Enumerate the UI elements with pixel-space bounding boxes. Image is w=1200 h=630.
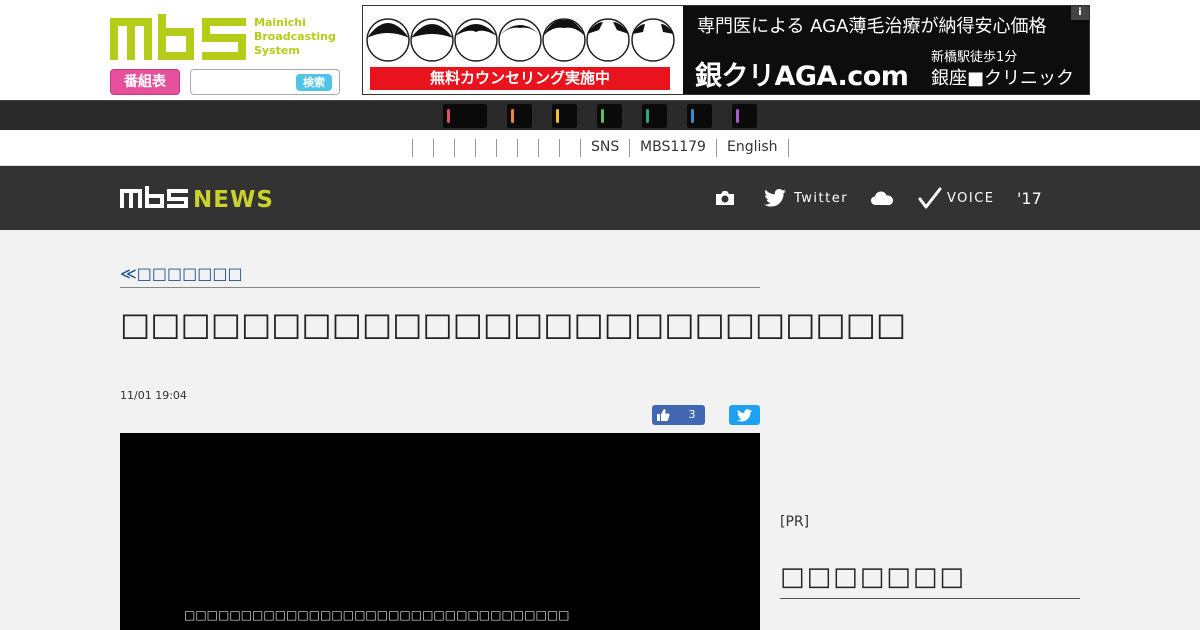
search-button[interactable]: 検索 (296, 74, 332, 91)
tweet-button[interactable] (729, 405, 760, 425)
news-logo-mbs (120, 186, 188, 208)
channel-strip (0, 100, 1200, 130)
nav-divider (517, 139, 518, 157)
pr-label: [PR] (780, 514, 810, 530)
twitter-nav-item[interactable]: Twitter (764, 166, 848, 230)
channel-tab-5[interactable] (642, 104, 667, 128)
channel-tab-4[interactable] (597, 104, 622, 128)
camera-icon (716, 191, 734, 205)
photo-nav-item[interactable] (714, 166, 736, 230)
site-header: Mainichi Broadcasting System 番組表 検索 無料カウ… (0, 0, 1200, 100)
ad-cta-label: 無料カウンセリング実施中 (370, 67, 670, 90)
nav-divider (454, 139, 455, 157)
ad-station: 新橋駅徒歩1分 (931, 50, 1018, 65)
channel-color-indicator (691, 109, 694, 123)
search-input[interactable] (195, 73, 291, 91)
ad-clinic: 銀座■クリニック (931, 68, 1075, 89)
mbs-news-logo[interactable]: NEWS (120, 186, 282, 214)
news-logo-word: NEWS (193, 187, 274, 210)
article-headline: □□□□□□□□□□□□□□□□□□□□□□□□□□ (120, 305, 907, 343)
nav-divider (559, 139, 560, 157)
twitter-icon (737, 409, 752, 422)
program-guide-button[interactable]: 番組表 (110, 69, 180, 95)
voice-nav-item[interactable]: VOICE (918, 166, 995, 230)
channel-tab-6[interactable] (687, 104, 712, 128)
thumbs-up-icon (657, 409, 670, 421)
checkmark-icon (918, 187, 942, 209)
video-caption: □□□□□□□□□□□□□□□□□□□□□□□□□□□□□□□□□□ (184, 608, 570, 622)
nav-divider (496, 139, 497, 157)
ad-info-icon[interactable]: i (1071, 6, 1089, 20)
year17-nav-item[interactable]: '17 (1017, 166, 1042, 230)
twitter-nav-label: Twitter (794, 190, 849, 206)
ad-hairline-illustrations: 無料カウンセリング実施中 (363, 6, 681, 94)
sidebar-heading: □□□□□□□ (780, 562, 1080, 599)
ad-headline: 専門医による AGA薄毛治療が納得安心価格 (697, 16, 1047, 37)
channel-tab-3[interactable] (552, 104, 577, 128)
logo-subtitle-line: System (254, 44, 300, 57)
channel-tab-7[interactable] (732, 104, 757, 128)
video-player[interactable]: □□□□□□□□□□□□□□□□□□□□□□□□□□□□□□□□□□ (120, 433, 760, 630)
sub-navigation: SNS MBS1179 English (0, 130, 1200, 166)
channel-color-indicator (447, 109, 450, 123)
weather-nav-item[interactable] (870, 166, 894, 230)
nav-divider (629, 139, 630, 157)
cloud-icon (871, 191, 893, 205)
nav-link-english[interactable]: English (727, 130, 778, 166)
channel-color-indicator (511, 109, 514, 123)
ad-faces-image (366, 18, 675, 62)
ad-brand: 銀クリAGA.com (695, 61, 909, 92)
voice-nav-label: VOICE (947, 190, 995, 206)
nav-divider (538, 139, 539, 157)
seventeen-icon: '17 (1017, 188, 1042, 208)
channel-color-indicator (646, 109, 649, 123)
twitter-icon (764, 189, 786, 207)
search-box: 検索 (190, 69, 340, 95)
nav-divider (788, 139, 789, 157)
back-link-divider (120, 287, 760, 288)
ad-banner[interactable]: 無料カウンセリング実施中 専門医による AGA薄毛治療が納得安心価格 銀クリAG… (362, 5, 1090, 95)
channel-color-indicator (736, 109, 739, 123)
mbs-logo[interactable]: Mainichi Broadcasting System (110, 14, 336, 60)
channel-tab-1[interactable] (443, 104, 487, 128)
ad-text-panel: 専門医による AGA薄毛治療が納得安心価格 銀クリAGA.com 新橋駅徒歩1分… (683, 6, 1089, 94)
article-datetime: 11/01 19:04 (120, 389, 187, 402)
nav-link-mbs1179[interactable]: MBS1179 (640, 130, 706, 166)
nav-link-sns[interactable]: SNS (591, 130, 619, 166)
nav-divider (475, 139, 476, 157)
channel-tab-2[interactable] (507, 104, 532, 128)
mbs-logo-mark (110, 14, 246, 60)
like-count: 3 (688, 408, 696, 421)
mbs-logo-subtitle: Mainichi Broadcasting System (254, 16, 336, 58)
logo-subtitle-line: Mainichi (254, 16, 306, 29)
channel-color-indicator (556, 109, 559, 123)
nav-divider (580, 139, 581, 157)
nav-divider (433, 139, 434, 157)
channel-color-indicator (601, 109, 604, 123)
facebook-like-button[interactable]: 3 (652, 405, 705, 425)
back-link[interactable]: ≪□□□□□□□ (120, 264, 243, 283)
nav-divider (412, 139, 413, 157)
logo-subtitle-line: Broadcasting (254, 30, 336, 43)
nav-divider (716, 139, 717, 157)
